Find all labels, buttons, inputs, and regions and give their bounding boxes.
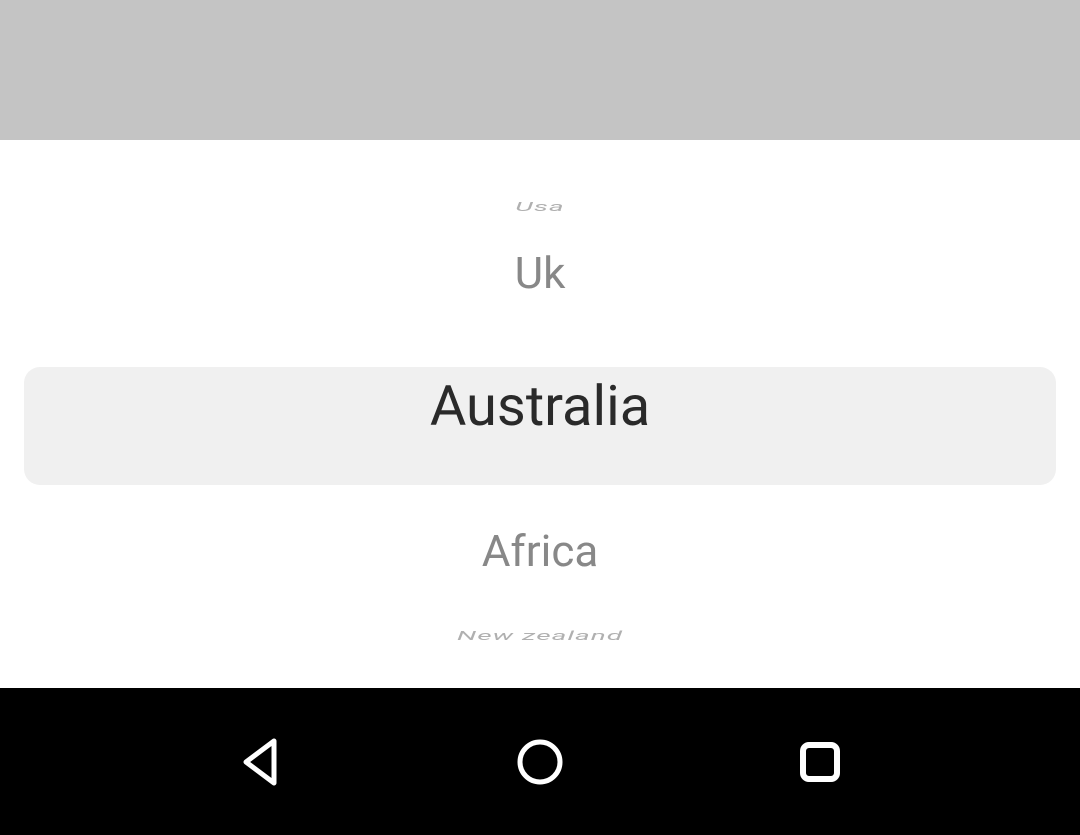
- navigation-bar: [0, 688, 1080, 835]
- picker-option-below[interactable]: Africa: [24, 525, 1056, 577]
- back-button[interactable]: [230, 732, 290, 792]
- country-picker[interactable]: Usa Uk Australia Africa New zealand: [0, 140, 1080, 688]
- picker-option-far-below[interactable]: New zealand: [24, 628, 1056, 643]
- back-icon: [238, 737, 282, 787]
- picker-option-selected[interactable]: Australia: [24, 367, 1056, 485]
- recent-apps-icon: [796, 738, 844, 786]
- picker-selected-label: Australia: [430, 373, 650, 439]
- picker-option-above[interactable]: Uk: [24, 247, 1056, 299]
- home-button[interactable]: [510, 732, 570, 792]
- picker-option-far-above[interactable]: Usa: [24, 199, 1056, 214]
- home-icon: [515, 737, 565, 787]
- status-bar-area: [0, 0, 1080, 140]
- recent-apps-button[interactable]: [790, 732, 850, 792]
